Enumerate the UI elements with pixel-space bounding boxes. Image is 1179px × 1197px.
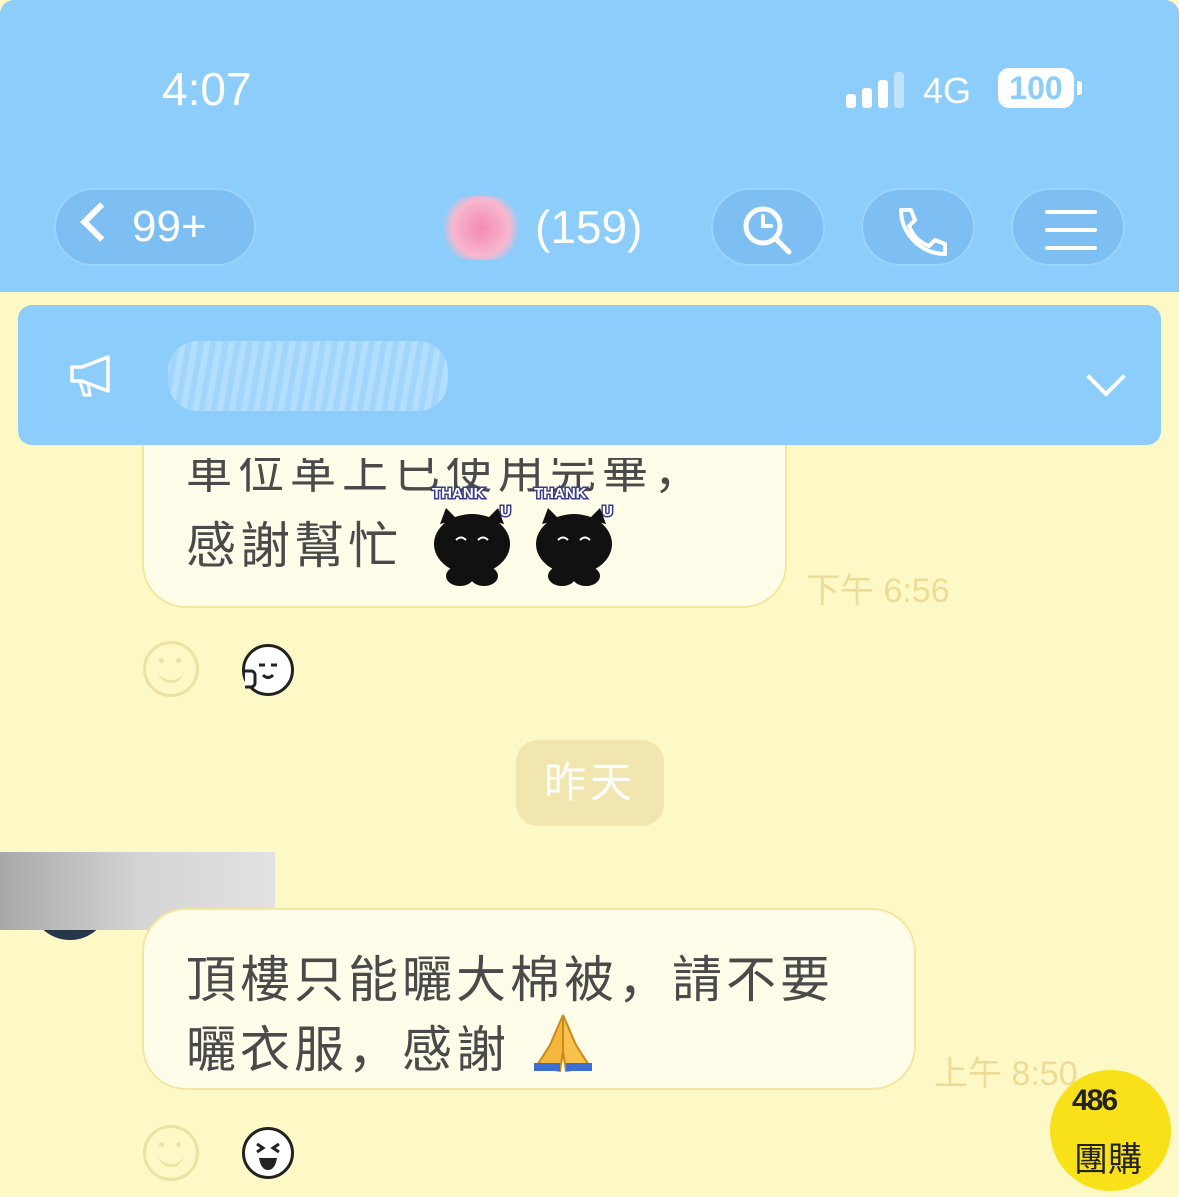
chevron-down-icon[interactable]	[1086, 357, 1126, 397]
message-bubble[interactable]: 頂樓只能曬大棉被，請不要 曬衣服，感謝	[142, 908, 916, 1090]
thank-you-cat-sticker: THANK U THANK U	[431, 484, 614, 586]
announcement-bar[interactable]	[18, 305, 1161, 445]
announcement-text-redacted	[168, 341, 448, 411]
svg-text:U: U	[602, 503, 613, 520]
message-time: 上午 8:50	[934, 1055, 1078, 1093]
thumbs-up-face-reaction-icon[interactable]	[242, 644, 294, 696]
megaphone-icon	[70, 355, 110, 397]
battery-indicator: 100	[998, 68, 1082, 108]
laughing-face-reaction-icon[interactable]	[242, 1127, 294, 1179]
add-reaction-icon[interactable]	[143, 641, 199, 697]
message-text-line: 曬衣服，感謝	[186, 1010, 596, 1082]
signal-icon	[846, 70, 906, 108]
message-text: 曬衣服，感謝	[186, 1021, 510, 1079]
search-button[interactable]	[711, 188, 825, 266]
call-button[interactable]	[861, 188, 975, 266]
hamburger-icon	[1045, 210, 1097, 250]
badge-number: 486	[1072, 1084, 1118, 1117]
badge-label: 團購	[1074, 1140, 1142, 1180]
menu-button[interactable]	[1011, 188, 1125, 266]
search-icon	[743, 206, 792, 255]
network-type: 4G	[923, 70, 972, 111]
chat-header: 4:07 4G 100 99+ (159)	[0, 0, 1179, 292]
status-time: 4:07	[162, 63, 252, 115]
group-buy-badge[interactable]: 486 團購	[1050, 1070, 1171, 1191]
svg-text:THANK: THANK	[432, 485, 485, 502]
message-text-line: 頂樓只能曬大棉被，請不要	[186, 951, 834, 1009]
unread-count: 99+	[132, 202, 207, 251]
phone-icon	[899, 208, 947, 256]
group-member-count[interactable]: (159)	[535, 200, 642, 254]
date-divider: 昨天	[516, 740, 664, 826]
message-text-line: 感謝幫忙	[186, 517, 402, 575]
praying-hands-emoji	[533, 1014, 592, 1073]
svg-text:THANK: THANK	[534, 485, 587, 502]
message-time: 下午 6:56	[806, 572, 950, 610]
add-reaction-icon[interactable]	[143, 1125, 199, 1181]
chevron-left-icon	[80, 202, 120, 242]
group-name-redacted	[440, 196, 522, 260]
svg-text:U: U	[500, 503, 511, 520]
back-button[interactable]: 99+	[54, 188, 256, 266]
